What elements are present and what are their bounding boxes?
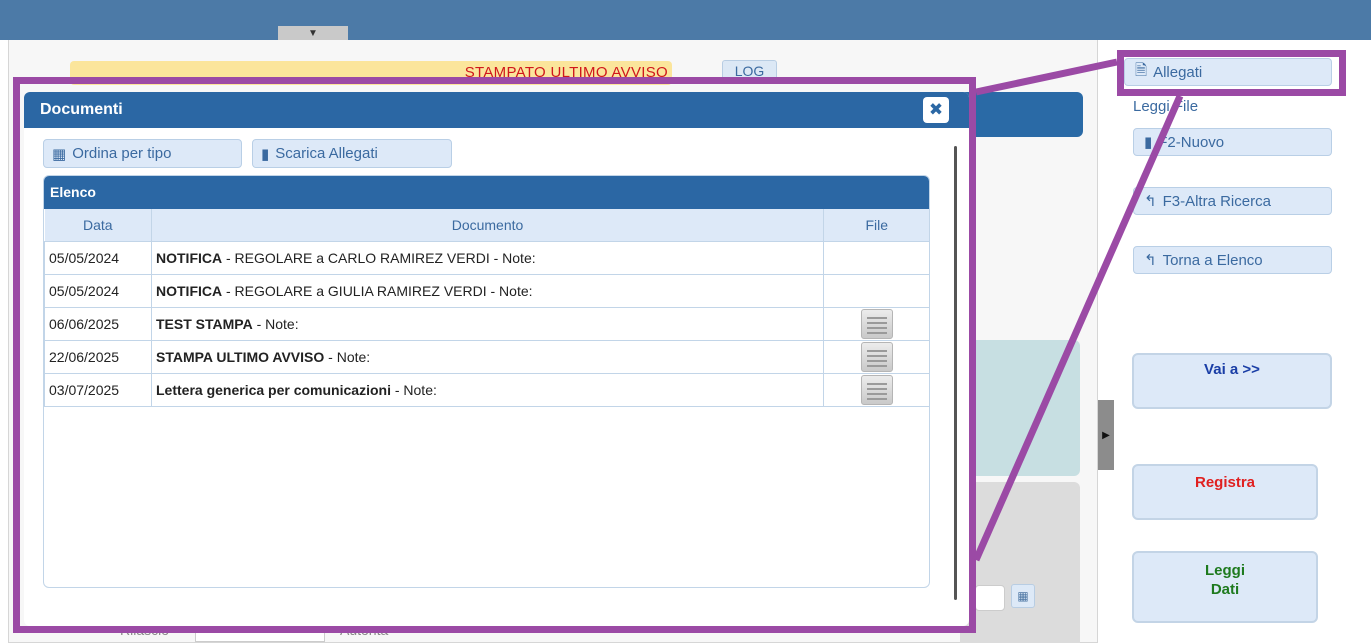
top-bar [0, 0, 1371, 40]
nuovo-label: F2-Nuovo [1158, 133, 1225, 151]
row-date: 06/06/2025 [44, 306, 152, 341]
background-gray-panel [960, 482, 1080, 643]
row-document: STAMPA ULTIMO AVVISO - Note: [151, 339, 824, 374]
column-header-data[interactable]: Data [44, 209, 152, 242]
row-file[interactable] [823, 306, 929, 341]
dialog-scrollbar[interactable] [954, 146, 957, 600]
side-panel-toggle[interactable]: ▶ [1098, 400, 1114, 470]
documenti-dialog: Documenti ✖ ▦ Ordina per tipo ▮ Scarica … [24, 92, 969, 626]
column-header-file[interactable]: File [823, 209, 929, 242]
table-header-row: Data Documento File [44, 209, 929, 242]
leggi-file-link[interactable]: Leggi File [1133, 98, 1198, 115]
download-file-icon: ▮ [261, 145, 270, 163]
nuovo-button[interactable]: ▮ F2-Nuovo [1133, 128, 1332, 156]
scarica-allegati-button[interactable]: ▮ Scarica Allegati [252, 139, 452, 168]
elenco-title: Elenco [44, 176, 929, 209]
row-document: NOTIFICA - REGOLARE a CARLO RAMIREZ VERD… [151, 240, 824, 275]
row-date: 03/07/2025 [44, 372, 152, 407]
doc-type: TEST STAMPA [156, 315, 253, 332]
log-button[interactable]: LOG [722, 60, 777, 82]
doc-type: STAMPA ULTIMO AVVISO [156, 348, 325, 365]
row-document: TEST STAMPA - Note: [151, 306, 824, 341]
doc-detail: - Note: [252, 315, 299, 332]
background-header-bar [955, 92, 1083, 137]
row-date: 22/06/2025 [44, 339, 152, 374]
torna-elenco-label: Torna a Elenco [1162, 251, 1263, 269]
row-file[interactable] [823, 339, 929, 374]
table-row[interactable]: 05/05/2024 NOTIFICA - REGOLARE a GIULIA … [44, 273, 929, 308]
return-arrow-icon: ↰ [1144, 252, 1157, 269]
doc-type: NOTIFICA [156, 282, 223, 299]
row-file [823, 273, 929, 308]
calendar-icon: ▦ [52, 145, 67, 163]
doc-type: NOTIFICA [156, 249, 223, 266]
scarica-label: Scarica Allegati [275, 145, 378, 162]
doc-type: Lettera generica per comunicazioni [156, 381, 391, 398]
collapse-top-toggle[interactable]: ▼ [278, 26, 348, 40]
column-header-documento[interactable]: Documento [151, 209, 824, 242]
leggi-dati-button[interactable]: Leggi Dati [1132, 551, 1318, 623]
leggi-dati-line1: Leggi [1205, 562, 1245, 579]
document-file-icon[interactable] [860, 308, 893, 339]
dialog-title: Documenti [24, 92, 969, 128]
back-arrow-icon: ↰ [1144, 193, 1157, 210]
table-row[interactable]: 22/06/2025 STAMPA ULTIMO AVVISO - Note: [44, 339, 929, 374]
vai-a-button[interactable]: Vai a >> [1132, 353, 1332, 409]
document-file-icon[interactable] [860, 341, 893, 372]
leggi-dati-line2: Dati [1210, 581, 1240, 598]
row-document: NOTIFICA - REGOLARE a GIULIA RAMIREZ VER… [151, 273, 824, 308]
doc-detail: - Note: [390, 381, 437, 398]
row-date: 05/05/2024 [44, 240, 152, 275]
row-file [823, 240, 929, 275]
table-row[interactable]: 03/07/2025 Lettera generica per comunica… [44, 372, 929, 407]
elenco-panel: Elenco Data Documento File 05/05/2024 NO… [43, 175, 930, 588]
calendar-icon[interactable]: ▦ [1011, 584, 1035, 608]
altra-ricerca-label: F3-Altra Ricerca [1162, 192, 1271, 210]
document-file-icon[interactable] [860, 374, 893, 405]
doc-detail: - REGOLARE a CARLO RAMIREZ VERDI - Note: [222, 249, 536, 266]
doc-detail: - Note: [324, 348, 371, 365]
table-row[interactable]: 05/05/2024 NOTIFICA - REGOLARE a CARLO R… [44, 240, 929, 275]
close-icon[interactable]: ✖ [923, 97, 949, 123]
allegati-label: Allegati [1153, 63, 1203, 81]
ordina-label: Ordina per tipo [72, 145, 172, 162]
torna-elenco-button[interactable]: ↰ Torna a Elenco [1133, 246, 1332, 274]
row-date: 05/05/2024 [44, 273, 152, 308]
allegati-button[interactable]: 🗎 Allegati [1124, 58, 1332, 86]
documents-table: Data Documento File 05/05/2024 NOTIFICA … [44, 209, 929, 407]
doc-detail: - REGOLARE a GIULIA RAMIREZ VERDI - Note… [222, 282, 533, 299]
background-teal-panel [960, 340, 1080, 476]
status-banner: STAMPATO ULTIMO AVVISO [70, 61, 672, 85]
file-icon: ▮ [1144, 134, 1153, 151]
altra-ricerca-button[interactable]: ↰ F3-Altra Ricerca [1133, 187, 1332, 215]
row-document: Lettera generica per comunicazioni - Not… [151, 372, 824, 407]
registra-button[interactable]: Registra [1132, 464, 1318, 520]
attachment-icon: 🗎 [1135, 61, 1148, 79]
table-row[interactable]: 06/06/2025 TEST STAMPA - Note: [44, 306, 929, 341]
background-input[interactable] [975, 585, 1005, 611]
row-file[interactable] [823, 372, 929, 407]
ordina-per-tipo-button[interactable]: ▦ Ordina per tipo [43, 139, 242, 168]
